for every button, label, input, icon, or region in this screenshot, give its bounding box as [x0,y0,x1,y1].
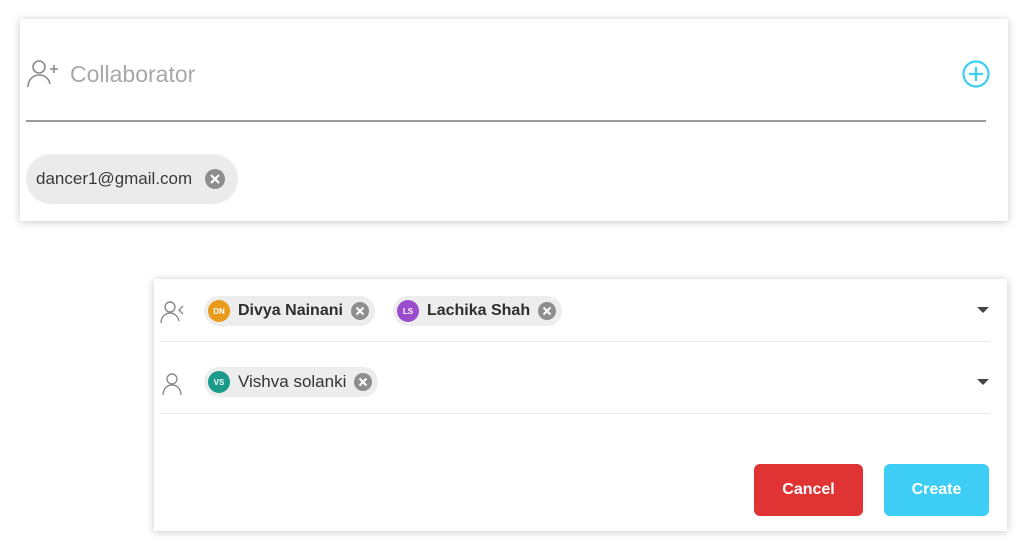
assignee-card: DN Divya Nainani LS Lachika Shah VS Vish… [154,279,1007,531]
chip-close-icon[interactable] [536,300,558,322]
chip-close-icon[interactable] [204,168,226,190]
assignee-name: Divya Nainani [238,302,343,319]
assignee-row-group[interactable]: DN Divya Nainani LS Lachika Shah [160,279,989,342]
avatar: LS [396,300,419,322]
assignee-chip: LS Lachika Shah [392,296,563,326]
assignee-chip: VS Vishva solanki [204,367,379,397]
dropdown-arrow-icon[interactable] [977,307,989,313]
assignee-chip-list: DN Divya Nainani LS Lachika Shah [204,296,563,326]
collaborator-input-row [26,57,990,93]
person-icon [160,371,186,397]
assignee-chip: DN Divya Nainani [204,296,375,326]
collaborator-chip: dancer1@gmail.com [26,154,239,204]
avatar: DN [208,300,230,322]
create-button[interactable]: Create [884,464,989,516]
chip-close-icon[interactable] [352,371,374,393]
chip-label: dancer1@gmail.com [36,169,193,188]
assignee-name: Lachika Shah [426,302,531,319]
input-underline [26,120,986,122]
assignee-chip-list: VS Vishva solanki [204,367,379,397]
people-icon [160,299,186,325]
cancel-button[interactable]: Cancel [754,464,863,516]
collaborator-input[interactable] [70,57,910,91]
assignee-row-single[interactable]: VS Vishva solanki [160,351,989,414]
assignee-name: Vishva solanki [238,372,347,391]
dropdown-arrow-icon[interactable] [977,379,989,385]
avatar: VS [208,371,230,393]
chip-close-icon[interactable] [349,300,371,322]
person-add-icon [26,57,60,91]
collaborator-card: dancer1@gmail.com [20,19,1008,221]
add-circle-icon[interactable] [960,58,992,90]
